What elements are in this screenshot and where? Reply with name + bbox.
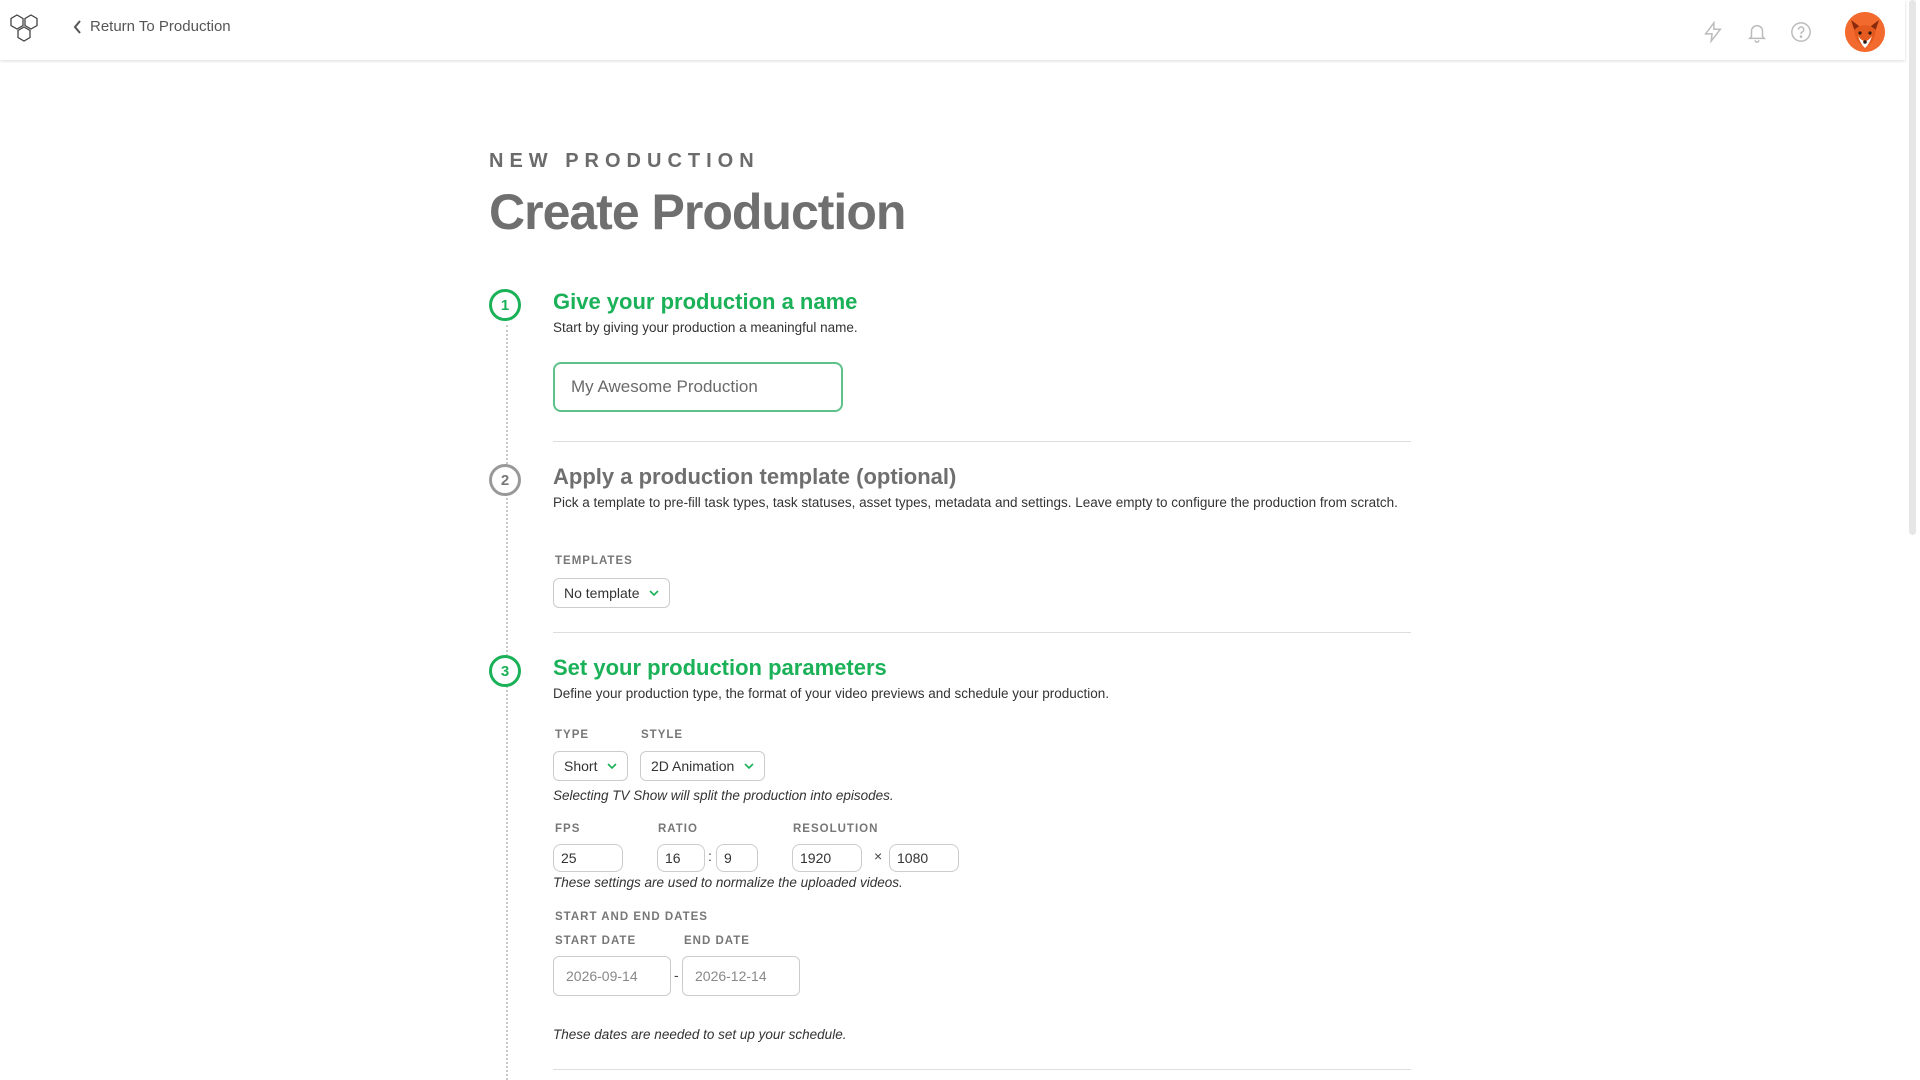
- chevron-down-icon: [607, 763, 618, 770]
- fps-label: FPS: [555, 823, 581, 835]
- step-3-number: 3: [489, 655, 521, 687]
- type-label: TYPE: [555, 729, 590, 741]
- end-date-input[interactable]: 2026-12-14: [682, 956, 800, 996]
- step-1-number: 1: [489, 289, 521, 321]
- step-2-title: Apply a production template (optional): [553, 464, 957, 489]
- dates-hint: These dates are needed to set up your sc…: [553, 1027, 847, 1042]
- step-3-description: Define your production type, the format …: [553, 686, 1110, 701]
- return-to-production-link[interactable]: Return To Production: [72, 18, 231, 35]
- avatar[interactable]: [1845, 12, 1885, 52]
- production-name-input[interactable]: [553, 362, 843, 412]
- template-select[interactable]: No template: [553, 578, 671, 608]
- type-select-value: Short: [564, 758, 598, 774]
- type-hint: Selecting TV Show will split the product…: [553, 788, 894, 803]
- page-overline: NEW PRODUCTION: [489, 150, 760, 172]
- chevron-down-icon: [744, 763, 754, 770]
- step-1-title: Give your production a name: [553, 289, 858, 314]
- page-title: Create Production: [489, 184, 906, 240]
- return-link-label: Return To Production: [90, 18, 231, 35]
- ratio-height-input[interactable]: 9: [716, 844, 758, 872]
- lightning-icon[interactable]: [1701, 20, 1725, 44]
- start-date-label: START DATE: [555, 935, 637, 947]
- style-label: STYLE: [641, 729, 684, 741]
- step-1-description: Start by giving your production a meanin…: [553, 320, 858, 335]
- ratio-label: RATIO: [658, 823, 698, 835]
- resolution-height-input[interactable]: 1080: [889, 844, 959, 872]
- logo-icon[interactable]: [8, 13, 46, 49]
- templates-label: TEMPLATES: [555, 555, 633, 567]
- step-3-title: Set your production parameters: [553, 655, 887, 680]
- template-select-value: No template: [564, 585, 640, 601]
- start-date-input[interactable]: 2026-09-14: [553, 956, 671, 996]
- resolution-label: RESOLUTION: [793, 823, 879, 835]
- resolution-separator: ×: [874, 848, 883, 864]
- resolution-width-input[interactable]: 1920: [792, 844, 862, 872]
- divider: [553, 1069, 1411, 1070]
- date-separator: -: [674, 967, 679, 983]
- page-heading: NEW PRODUCTION Create Production: [489, 150, 1409, 241]
- end-date-label: END DATE: [684, 935, 750, 947]
- ratio-width-input[interactable]: 16: [657, 844, 705, 872]
- chevron-left-icon: [73, 19, 81, 34]
- step-2-number: 2: [489, 464, 521, 496]
- dates-label: START AND END DATES: [555, 911, 708, 923]
- help-icon[interactable]: [1789, 20, 1813, 44]
- style-select-value: 2D Animation: [651, 758, 735, 774]
- style-select[interactable]: 2D Animation: [640, 751, 766, 781]
- ratio-separator: :: [708, 848, 712, 864]
- scrollbar[interactable]: [1905, 0, 1920, 1080]
- bell-icon[interactable]: [1745, 20, 1769, 44]
- format-hint: These settings are used to normalize the…: [553, 875, 903, 890]
- scrollbar-thumb[interactable]: [1909, 0, 1916, 535]
- divider: [553, 632, 1411, 633]
- divider: [553, 441, 1411, 442]
- type-select[interactable]: Short: [553, 751, 629, 781]
- step-2-description: Pick a template to pre-fill task types, …: [553, 495, 1398, 510]
- steps-connector: [506, 325, 508, 1080]
- chevron-down-icon: [649, 590, 660, 597]
- top-bar: Return To Production: [0, 0, 1905, 60]
- fps-input[interactable]: 25: [553, 844, 623, 872]
